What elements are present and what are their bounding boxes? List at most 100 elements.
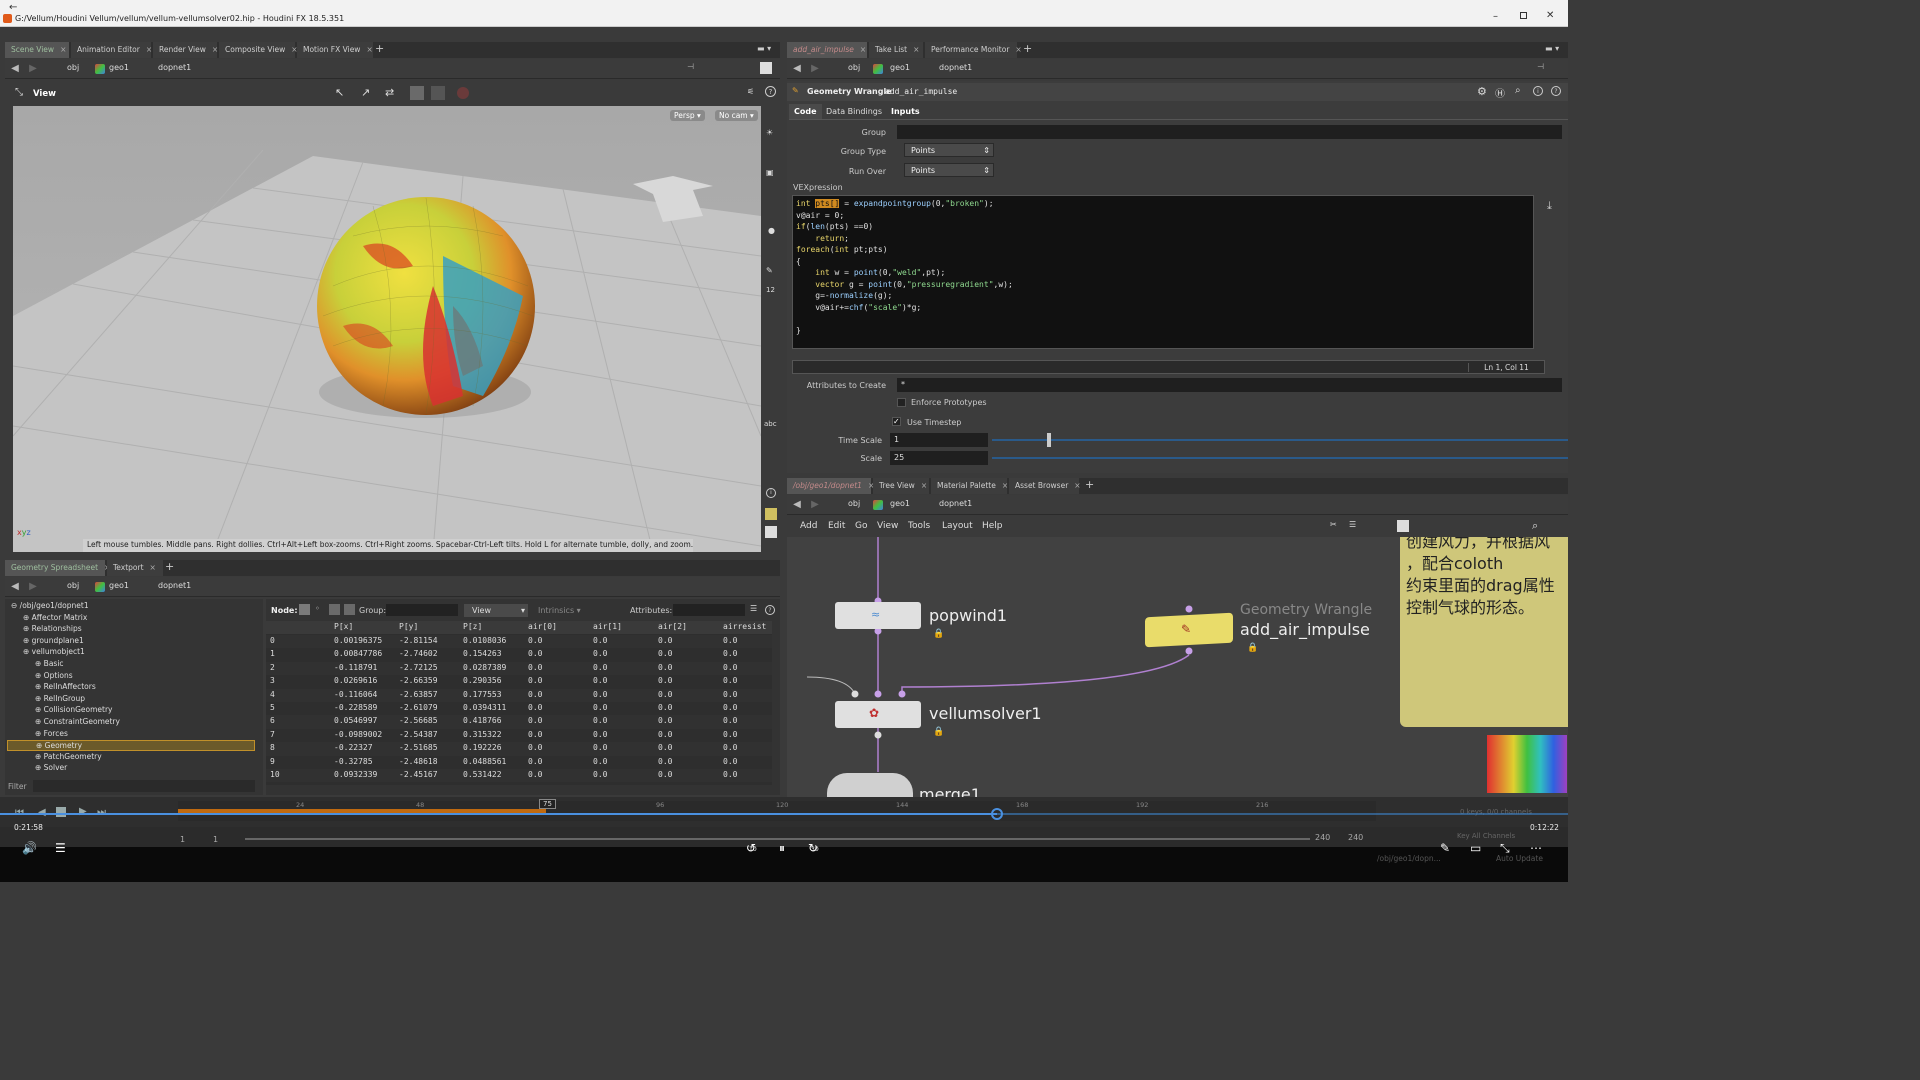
playlist-icon[interactable]: ☰ <box>55 841 66 855</box>
node-vellumsolver1[interactable]: ✿ <box>835 701 921 728</box>
search-icon[interactable]: ⌕ <box>1515 85 1521 96</box>
info-icon[interactable]: i <box>766 488 776 498</box>
volume-icon[interactable]: 🔊 <box>22 841 37 855</box>
record-icon[interactable] <box>457 87 469 99</box>
tab-code[interactable]: Code <box>789 104 822 119</box>
maximize-icon[interactable] <box>1520 12 1527 19</box>
column-header[interactable]: air[2] <box>658 622 687 631</box>
scale-slider[interactable] <box>992 457 1568 459</box>
expand-editor-icon[interactable]: ⤓ <box>1547 199 1552 213</box>
add-tab-icon[interactable]: + <box>1085 478 1094 491</box>
vex-line[interactable] <box>796 313 1530 325</box>
breadcrumb-geo1[interactable]: geo1 <box>109 63 129 72</box>
attributes-field[interactable] <box>673 604 745 616</box>
tab-network-path[interactable]: /obj/geo1/dopnet1 × <box>787 478 874 494</box>
breadcrumb-dopnet1[interactable]: dopnet1 <box>939 63 972 72</box>
vex-line[interactable]: return; <box>796 233 1530 245</box>
forward-icon[interactable]: ▶ <box>27 63 39 75</box>
close-icon[interactable]: ✕ <box>1546 10 1554 21</box>
color-palette[interactable] <box>1487 735 1567 793</box>
vex-editor[interactable]: int pts[] = expandpointgroup(0,"broken")… <box>792 195 1534 349</box>
time-scale-field[interactable]: 1 <box>890 433 988 447</box>
sticky-note[interactable]: 创建风力，并根据风 ，配合coloth 约束里面的drag属性 控制气球的形态。 <box>1400 537 1568 727</box>
group-field[interactable] <box>897 125 1562 139</box>
vex-line[interactable]: } <box>796 325 1530 337</box>
view-tool-icon[interactable]: ⤡ <box>15 87 23 98</box>
scale-field[interactable]: 25 <box>890 451 988 465</box>
list-icon[interactable]: ☰ <box>1349 520 1356 529</box>
3d-viewport[interactable]: Persp ▾ No cam ▾ xyz Left mouse tumbles.… <box>13 106 761 552</box>
light-icon[interactable]: ☀ <box>766 128 773 137</box>
vex-line[interactable]: int pts[] = expandpointgroup(0,"broken")… <box>796 198 1530 210</box>
menu-view[interactable]: View <box>877 521 898 531</box>
wrench-icon[interactable]: ✂ <box>1330 520 1337 529</box>
gear-icon[interactable]: ⚙ <box>1477 85 1487 98</box>
menu-edit[interactable]: Edit <box>828 521 845 531</box>
breadcrumb-geo1[interactable]: geo1 <box>109 581 129 590</box>
breadcrumb-obj[interactable]: obj <box>848 499 860 508</box>
forward-icon[interactable]: ▶ <box>809 63 821 75</box>
prim-mode-icon[interactable] <box>329 604 340 615</box>
menu-help[interactable]: Help <box>982 521 1003 531</box>
pane-menu-icon[interactable]: ▬ ▾ <box>757 44 771 53</box>
help-icon[interactable]: ? <box>1551 86 1561 96</box>
breadcrumb-dopnet1[interactable]: dopnet1 <box>158 63 191 72</box>
tree-item[interactable]: ⊕ Solver <box>35 763 67 772</box>
tab-composite-view[interactable]: Composite View × <box>219 42 298 58</box>
back-icon[interactable]: ◀ <box>791 499 803 511</box>
breadcrumb-obj[interactable]: obj <box>848 63 860 72</box>
fullscreen-icon[interactable]: ⤡ <box>1500 841 1510 856</box>
back-arrow-icon[interactable]: ← <box>9 2 17 13</box>
tile-view-icon[interactable] <box>1397 520 1409 532</box>
vex-line[interactable]: { <box>796 256 1530 268</box>
group-field[interactable] <box>386 604 458 616</box>
tab-tree-view[interactable]: Tree View × <box>873 478 929 494</box>
brush-icon[interactable]: ✎ <box>766 266 773 275</box>
column-header[interactable]: P[z] <box>463 622 482 631</box>
tab-inputs[interactable]: Inputs <box>886 104 925 119</box>
group-type-select[interactable]: Points ⇕ <box>904 143 994 157</box>
rewind-button[interactable]: ↺ 10 <box>746 841 757 855</box>
pin-icon[interactable]: ⊣ <box>1537 62 1544 71</box>
persp-menu[interactable]: Persp ▾ <box>670 110 705 121</box>
table-row[interactable]: 10 0.0932339 -2.45167 0.531422 0.0 0.0 0.0 0.0 <box>266 769 772 783</box>
tree-item[interactable]: ⊕ Relationships <box>23 624 82 633</box>
table-row[interactable]: 9 -0.32785 -2.48618 0.0488561 0.0 0.0 0.0 0.0 <box>266 755 772 769</box>
snap-icon[interactable] <box>410 86 424 100</box>
range-slider[interactable] <box>245 838 1310 840</box>
tree-item[interactable]: ⊕ Geometry <box>7 740 255 752</box>
key-all-channels[interactable]: Key All Channels <box>1457 832 1515 840</box>
forward-icon[interactable]: ▶ <box>809 499 821 511</box>
node-merge1[interactable] <box>827 773 913 797</box>
use-timestep-checkbox[interactable]: ✓ <box>892 417 901 426</box>
vex-line[interactable]: if(len(pts) ==0) <box>796 221 1530 233</box>
video-progress[interactable] <box>0 808 1568 820</box>
tab-textport[interactable]: Textport × <box>107 560 163 576</box>
columns-icon[interactable]: ☰ <box>750 604 757 613</box>
pause-button[interactable]: ⏸ <box>779 841 785 856</box>
tab-take-list[interactable]: Take List × <box>869 42 923 58</box>
vex-line[interactable]: v@air+=chf("scale")*g; <box>796 302 1530 314</box>
tree-item[interactable]: ⊖ /obj/geo1/dopnet1 <box>11 601 89 610</box>
transform-tool-icon[interactable]: ↗ <box>361 86 370 99</box>
node-name-field[interactable]: add_air_impulse <box>885 87 957 96</box>
range-end-2[interactable]: 240 <box>1348 833 1363 842</box>
vertex-mode-icon[interactable]: ◦ <box>315 604 320 613</box>
tree-item[interactable]: ⊕ CollisionGeometry <box>35 705 112 714</box>
viewport-layout-icon[interactable] <box>760 62 772 74</box>
measure-icon[interactable]: 12 <box>766 286 775 294</box>
help-icon[interactable]: ? <box>765 86 776 97</box>
spreadsheet-grid[interactable]: P[x] P[y] P[z] air[0] air[1] air[2] airresist … <box>266 621 772 785</box>
view-select[interactable]: View ▾ <box>464 604 528 617</box>
menu-layout[interactable]: Layout <box>942 521 973 531</box>
camera-menu[interactable]: No cam ▾ <box>715 110 758 121</box>
vex-line[interactable]: vector g = point(0,"pressuregradient",w)… <box>796 279 1530 291</box>
tree-item[interactable]: ⊕ groundplane1 <box>23 636 84 645</box>
handle-tool-icon[interactable]: ⇄ <box>385 86 394 99</box>
tree-item[interactable]: ⊕ RelInGroup <box>35 694 85 703</box>
tab-animation-editor[interactable]: Animation Editor × <box>71 42 152 58</box>
forward-button[interactable]: ↻ 30 <box>808 841 819 855</box>
grid-icon[interactable] <box>765 508 777 520</box>
camera-icon[interactable]: ▣ <box>766 168 774 177</box>
intrinsics-select[interactable]: Intrinsics ▾ <box>538 606 581 615</box>
